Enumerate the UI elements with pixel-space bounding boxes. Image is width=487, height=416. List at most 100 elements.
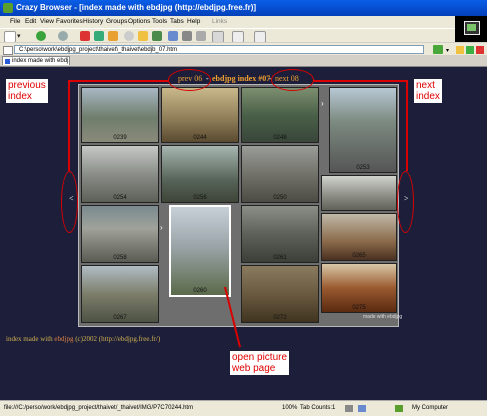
thumbnail-number: 0250 [273, 195, 287, 201]
brand-logo [455, 16, 487, 42]
thumbnail-number: 0248 [273, 135, 287, 141]
tab-index[interactable]: index made with ebdj... [2, 56, 70, 65]
close-icon[interactable] [476, 46, 484, 54]
thumbnail[interactable]: 0254 [81, 145, 159, 203]
window-logo-icon [464, 21, 480, 35]
annotation-line: next [416, 80, 435, 91]
annotation-line: web page [232, 363, 276, 374]
annotation-line: open picture [232, 352, 288, 363]
page-footer: index made with ebdjpg (c)2002 (http://e… [6, 335, 160, 343]
thumbnail-number: 0265 [352, 253, 366, 259]
menu-options[interactable]: Options [128, 18, 150, 25]
thumbnail-number: 0267 [113, 315, 127, 321]
status-url: file:///C:/perso/work/ebdjpg_project/tha… [4, 405, 194, 411]
favorites-icon[interactable] [138, 31, 148, 41]
zoom-level[interactable]: 100% [282, 405, 297, 411]
menu-links[interactable]: Links [212, 18, 227, 25]
mail-icon[interactable] [168, 31, 178, 41]
annotation-line: index [8, 91, 32, 102]
menu-edit[interactable]: Edit [25, 18, 36, 25]
next-highlight-ellipse [271, 69, 314, 91]
thumbnail[interactable]: 0275 [321, 263, 397, 313]
address-bar: C:\perso\work\ebdjpg_project\thaivet\_th… [0, 42, 487, 56]
thumbnail[interactable]: 0272 [241, 265, 319, 323]
ie-icon[interactable] [456, 46, 464, 54]
print-icon[interactable] [182, 31, 192, 41]
back-icon[interactable] [36, 31, 46, 41]
thumbnail-number: 0239 [113, 135, 127, 141]
thumbnail[interactable]: 0267 [81, 265, 159, 323]
footer-link[interactable]: ebdjpg [54, 335, 73, 343]
app-icon [3, 3, 13, 13]
left-arrow-highlight-ellipse [61, 171, 78, 233]
thumbnail[interactable]: 0261 [241, 205, 319, 263]
annotation-previous-index: previous index [6, 79, 48, 103]
stop-icon[interactable] [80, 31, 90, 41]
thumbnail-number: 0261 [273, 255, 287, 261]
thumbnail[interactable]: 0256 [161, 145, 239, 203]
dropdown-arrow-icon[interactable]: ▾ [17, 32, 21, 40]
history-icon[interactable] [152, 31, 162, 41]
menu-groups[interactable]: Groups [106, 18, 127, 25]
edit-icon[interactable] [196, 31, 206, 41]
arrow-icon: › [160, 223, 163, 232]
prev-highlight-ellipse [168, 69, 211, 91]
arrow-icon: › [321, 99, 324, 108]
thumbnail[interactable]: 0250 [241, 145, 319, 203]
window-title: Crazy Browser - [index made with ebdjpg … [16, 3, 257, 12]
toolbar: ▾ [0, 28, 455, 43]
thumbnail[interactable]: 0244 [161, 87, 239, 143]
thumbnail[interactable]: 0253 [329, 87, 397, 173]
thumbnail[interactable]: 0239 [81, 87, 159, 143]
annotation-next-index: next index [414, 79, 442, 103]
menu-help[interactable]: Help [187, 18, 200, 25]
annotation-line: previous [8, 80, 46, 91]
refresh-icon[interactable] [94, 31, 104, 41]
prev-pointer-line [68, 80, 169, 82]
thumbnail-number: 0254 [113, 195, 127, 201]
menu-view[interactable]: View [40, 18, 54, 25]
thumbnail-number: 0275 [352, 305, 366, 311]
lock-icon [345, 405, 353, 412]
thumbnail-gallery: 0239 0244 0248 › 0253 0254 0256 0250 025… [78, 84, 403, 327]
address-input[interactable]: C:\perso\work\ebdjpg_project\thaivet\_th… [14, 45, 424, 54]
go-dropdown-icon[interactable]: ▾ [446, 47, 449, 54]
made-with-label: made with ebdjpg [363, 314, 403, 320]
menu-tabs[interactable]: Tabs [170, 18, 184, 25]
next-pointer-line-vertical [406, 80, 408, 171]
security-zone: My Computer [412, 405, 449, 411]
thumbnail-selected[interactable]: 0260 [169, 205, 231, 297]
forward-icon[interactable] [58, 31, 68, 41]
thumbnail-number: 0272 [273, 315, 287, 321]
annotation-line: index [416, 91, 440, 102]
menu-tools[interactable]: Tools [152, 18, 167, 25]
home-icon[interactable] [108, 31, 118, 41]
thumbnail-number: 0256 [193, 195, 207, 201]
index-title: ebdjpg index #07 [212, 74, 271, 83]
annotation-open-picture: open picture web page [230, 351, 290, 375]
search-icon[interactable] [124, 31, 134, 41]
page-icon [3, 46, 13, 55]
tab-counts: Tab Counts:1 [300, 405, 336, 411]
maximize-icon[interactable] [466, 46, 474, 54]
thumbnail[interactable]: 0258 [81, 205, 159, 263]
next-pointer-line [313, 80, 408, 82]
thumbnail[interactable]: 0248 [241, 87, 319, 143]
menu-favorites[interactable]: Favorites [56, 18, 83, 25]
right-arrow-highlight-ellipse [397, 171, 414, 233]
menu-bar: File Edit View Favorites History Groups … [0, 16, 487, 28]
zone-icon [395, 405, 403, 412]
menu-history[interactable]: History [83, 18, 103, 25]
thumbnail-number: 0244 [193, 135, 207, 141]
status-bar: file:///C:/perso/work/ebdjpg_project/tha… [0, 400, 487, 416]
prev-pointer-line-vertical [68, 80, 70, 171]
thumbnail[interactable]: 0265 [321, 213, 397, 261]
footer-prefix: index made with [6, 335, 53, 343]
popup-icon[interactable] [358, 405, 366, 412]
title-bar: Crazy Browser - [index made with ebdjpg … [0, 0, 487, 16]
menu-file[interactable]: File [10, 18, 20, 25]
thumbnail[interactable] [321, 175, 397, 211]
go-button[interactable] [433, 45, 443, 54]
thumbnail-number: 0253 [356, 165, 370, 171]
thumbnail-number: 0258 [113, 255, 127, 261]
